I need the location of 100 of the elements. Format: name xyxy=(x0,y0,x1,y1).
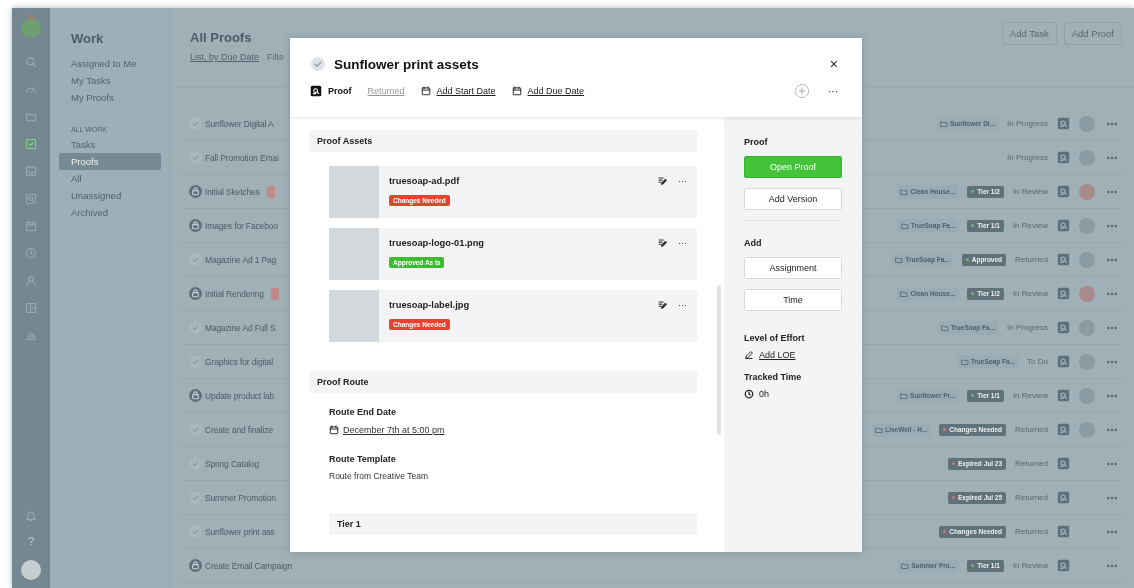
calendar-icon[interactable] xyxy=(25,220,37,233)
close-button[interactable]: × xyxy=(825,56,842,72)
check-icon[interactable] xyxy=(189,321,202,334)
check-icon[interactable] xyxy=(310,56,326,72)
folder-icon xyxy=(940,323,949,332)
task-title[interactable]: Graphics for digital xyxy=(205,356,273,367)
nav-item[interactable]: All xyxy=(58,170,161,187)
proof-icon[interactable] xyxy=(1057,355,1070,368)
side-heading: Level of Effort xyxy=(744,333,806,343)
header-button[interactable]: Add Task xyxy=(1001,22,1057,45)
proof-icon[interactable] xyxy=(1057,321,1070,334)
add-button[interactable]: Assignment xyxy=(744,257,842,279)
proof-icon[interactable] xyxy=(1057,287,1070,300)
task-title[interactable]: Images for Faceboo xyxy=(205,220,278,231)
proof-icon[interactable] xyxy=(1057,219,1070,232)
task-title[interactable]: Sunflower Digital A xyxy=(205,118,274,129)
nav-link[interactable]: My Proofs xyxy=(58,89,161,106)
proof-icon[interactable] xyxy=(1057,559,1070,572)
pencil-icon[interactable] xyxy=(657,300,668,311)
task-title[interactable]: Magazine Ad 1 Pag xyxy=(205,254,277,265)
avatar[interactable] xyxy=(1079,183,1095,200)
help-icon[interactable]: ? xyxy=(27,535,35,547)
image-placeholder xyxy=(329,290,379,342)
check-icon[interactable] xyxy=(189,151,202,164)
side-heading: Tracked Time xyxy=(744,372,803,382)
avatar[interactable] xyxy=(1079,285,1095,302)
check-icon[interactable] xyxy=(189,423,202,436)
filter-link[interactable]: Filte xyxy=(267,52,285,62)
open-proof-button[interactable]: Open Proof xyxy=(744,156,842,178)
check-icon[interactable] xyxy=(189,457,202,470)
date-link[interactable]: Add Start Date xyxy=(436,86,496,96)
proof-icon[interactable] xyxy=(1057,389,1070,402)
nav-link[interactable]: Assigned to Me xyxy=(58,55,161,72)
bar-chart-icon[interactable] xyxy=(25,329,37,342)
task-title[interactable]: Initial Sketches xyxy=(205,186,260,197)
bell-icon[interactable] xyxy=(25,510,37,522)
nav-item[interactable]: Tasks xyxy=(58,136,161,153)
status-text: Returned xyxy=(1015,459,1048,468)
header-button[interactable]: Add Proof xyxy=(1063,22,1122,45)
inbox-icon[interactable] xyxy=(25,165,37,178)
task-title[interactable]: Sunflower print ass xyxy=(205,526,275,537)
proof-icon[interactable] xyxy=(1057,151,1070,164)
field-label: Route Template xyxy=(329,454,397,464)
proof-icon[interactable] xyxy=(1057,253,1070,266)
task-title[interactable]: Update product lab xyxy=(205,390,275,401)
task-title[interactable]: Magazine Ad Full S xyxy=(205,322,276,333)
person-icon[interactable] xyxy=(25,274,37,287)
check-icon[interactable] xyxy=(189,355,202,368)
folder-icon xyxy=(900,187,909,196)
task-title[interactable]: Create and finalize xyxy=(205,424,274,435)
proof-icon[interactable] xyxy=(1057,185,1070,198)
task-title[interactable]: Spring Catalog xyxy=(205,458,260,469)
nav-link[interactable]: My Tasks xyxy=(58,72,161,89)
more-button[interactable]: ··· xyxy=(824,85,842,97)
clock-icon xyxy=(744,389,754,399)
add-loe-link[interactable]: Add LOE xyxy=(759,350,796,360)
task-title[interactable]: Summer Promotion xyxy=(205,492,276,503)
nav-item[interactable]: Unassigned xyxy=(58,187,161,204)
task-title[interactable]: Create Email Campaign xyxy=(205,560,293,571)
scrollbar-thumb[interactable] xyxy=(717,285,721,435)
proof-icon[interactable] xyxy=(25,192,37,205)
folder-icon[interactable] xyxy=(25,110,37,123)
add-icon[interactable] xyxy=(794,83,810,99)
file-name: truesoap-ad.pdf xyxy=(389,176,461,186)
tracked-time: 0h xyxy=(759,389,769,399)
proof-icon[interactable] xyxy=(1057,117,1070,130)
user-avatar[interactable] xyxy=(21,560,41,580)
date-link[interactable]: December 7th at 5:00 pm xyxy=(343,425,445,435)
proof-icon[interactable] xyxy=(1057,423,1070,436)
check-icon[interactable] xyxy=(189,491,202,504)
section-title: Work xyxy=(71,31,105,46)
check-icon[interactable] xyxy=(189,525,202,538)
proof-icon[interactable] xyxy=(1057,491,1070,504)
pencil-icon[interactable] xyxy=(657,176,668,187)
date-link[interactable]: Add Due Date xyxy=(527,86,585,96)
add-button[interactable]: Time xyxy=(744,289,842,311)
checkbox-icon[interactable] xyxy=(25,138,37,151)
image-placeholder xyxy=(329,166,379,218)
more-button[interactable]: ··· xyxy=(678,176,687,187)
pencil-icon[interactable] xyxy=(657,238,668,249)
more-button[interactable]: ··· xyxy=(678,300,687,311)
nav-item[interactable]: Archived xyxy=(58,204,161,221)
app-logo[interactable] xyxy=(21,18,41,38)
check-icon[interactable] xyxy=(189,253,202,266)
task-title[interactable]: Fall Promotion Emai xyxy=(205,152,279,163)
layout-icon[interactable] xyxy=(25,301,37,314)
proof-icon[interactable] xyxy=(1057,457,1070,470)
more-button[interactable]: ··· xyxy=(678,238,687,249)
search-icon[interactable] xyxy=(25,56,37,69)
add-version-button[interactable]: Add Version xyxy=(744,188,842,210)
proof-icon xyxy=(310,85,322,97)
task-title[interactable]: Initial Rendering xyxy=(205,288,264,299)
view-link[interactable]: List, by Due Date xyxy=(190,52,260,62)
clock-icon[interactable] xyxy=(25,247,37,260)
proof-icon[interactable] xyxy=(1057,525,1070,538)
folder-icon xyxy=(901,561,910,570)
side-heading: Proof xyxy=(744,137,769,147)
nav-item[interactable]: Proofs xyxy=(59,153,161,170)
status-link[interactable]: Returned xyxy=(367,86,405,96)
check-icon[interactable] xyxy=(189,117,202,130)
